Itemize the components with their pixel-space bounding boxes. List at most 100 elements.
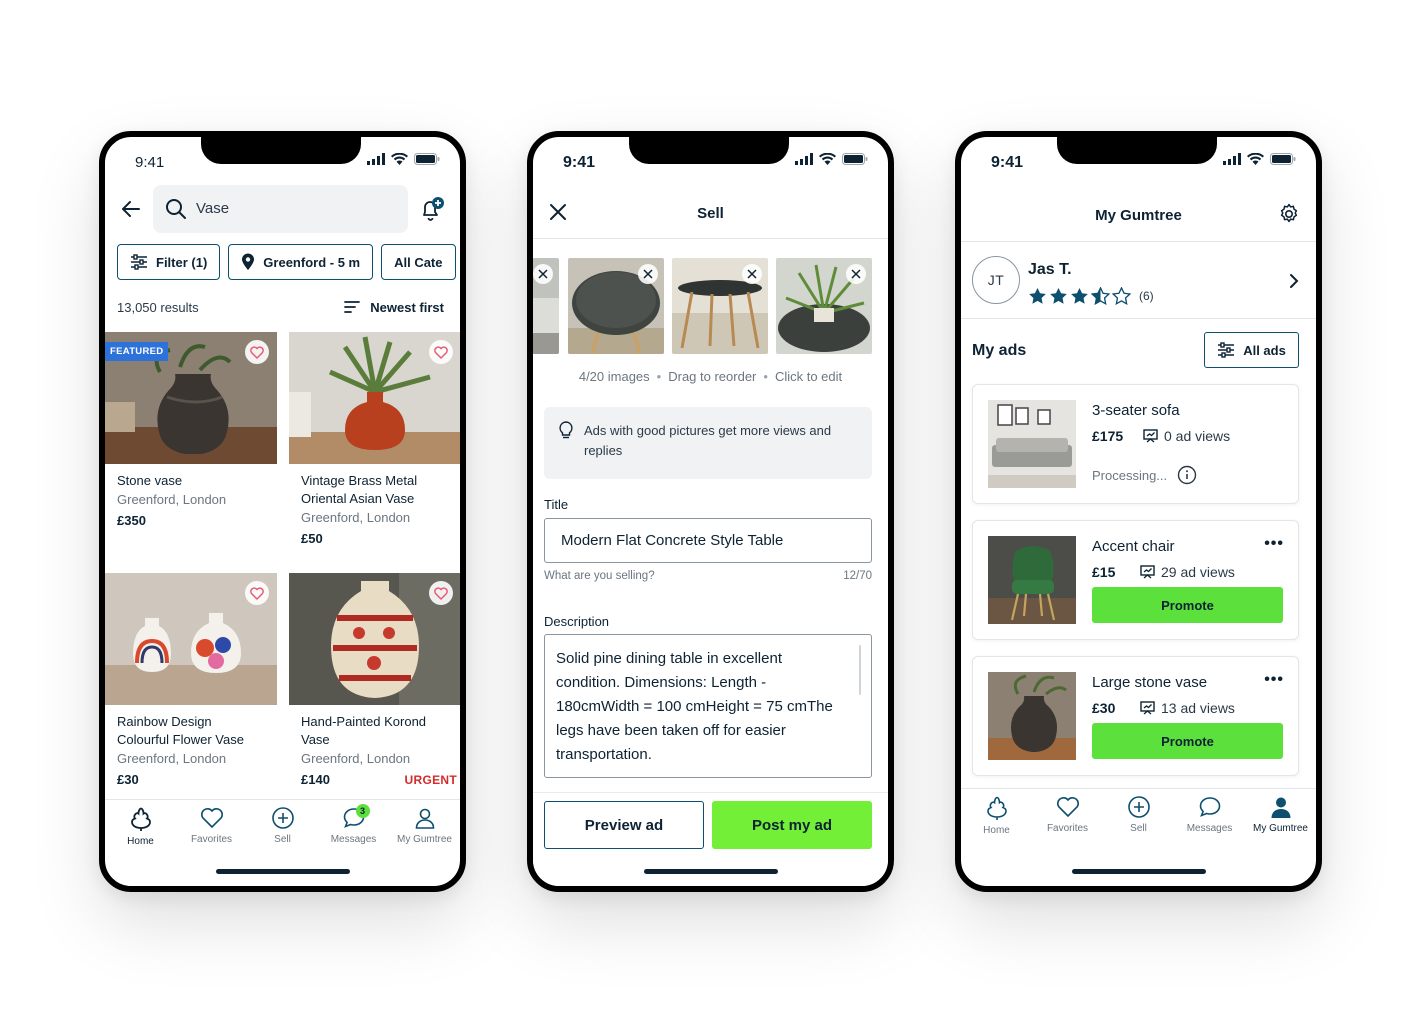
all-ads-label: All ads [1243,342,1286,358]
tab-favorites[interactable]: Favorites [1032,789,1103,846]
home-tree-icon [986,796,1007,820]
promote-button[interactable]: Promote [1092,587,1283,623]
processing-status: Processing... [1092,467,1168,483]
ad-title: Large stone vase [1092,674,1208,691]
profile-row[interactable]: JT Jas T. (6) [961,243,1316,319]
phone-sell: 9:41 Sell 4/20 images • Drag to reorder • C [527,131,894,892]
promote-button[interactable]: Promote [1092,723,1283,759]
views-chart-icon [1140,565,1155,579]
listing-price: £50 [301,531,323,546]
signal-icon [1223,153,1241,165]
status-time: 9:41 [991,154,1024,171]
category-chip[interactable]: All Cate [381,244,456,280]
home-indicator [215,869,350,874]
tab-home[interactable]: Home [961,789,1032,846]
remove-image-icon[interactable] [533,264,553,284]
ad-image [988,672,1076,760]
ad-card[interactable]: 3-seater sofa £175 0 ad views Processing… [972,384,1299,504]
favorite-heart-icon[interactable] [245,581,269,605]
chip-label: Greenford - 5 m [263,254,361,270]
info-icon[interactable] [1177,465,1197,485]
tab-favorites[interactable]: Favorites [176,800,247,857]
edit-hint: Click to edit [774,369,843,384]
heart-icon [1056,797,1079,818]
save-search-bell-icon[interactable] [418,195,446,223]
rating-count: (6) [1139,289,1154,303]
page-title: My Gumtree [1095,207,1182,224]
notch [1057,137,1217,164]
sort-button[interactable]: Newest first [344,300,444,315]
search-input[interactable]: Vase [153,185,408,233]
filter-chip[interactable]: Filter (1) [117,244,221,280]
signal-icon [367,153,385,165]
battery-icon [414,153,440,165]
sort-label: Newest first [370,299,444,315]
post-ad-button[interactable]: Post my ad [712,801,872,849]
more-options-icon[interactable]: ••• [1264,535,1284,553]
favorite-heart-icon[interactable] [429,340,453,364]
wifi-icon [391,153,408,165]
urgent-tag: URGENT [404,773,457,787]
favorite-heart-icon[interactable] [245,340,269,364]
chip-label: All Cate [394,254,443,270]
remove-image-icon[interactable] [846,264,866,284]
search-row: Vase [105,185,460,233]
star-rating: (6) [1028,287,1154,305]
tab-messages[interactable]: 3 Messages [318,800,389,857]
tab-label: Home [127,836,154,847]
title-input[interactable]: Modern Flat Concrete Style Table [544,518,872,563]
textarea-scrollbar[interactable] [859,645,861,695]
listing-title: Rainbow Design Colourful Flower Vase [117,714,244,747]
star-full-icon [1071,287,1088,304]
star-half-icon [1091,287,1110,305]
avatar: JT [972,256,1020,304]
person-icon [415,808,434,829]
views-chart-icon [1140,701,1155,715]
star-full-icon [1029,287,1046,304]
listing-price: £30 [117,772,139,787]
more-options-icon[interactable]: ••• [1264,671,1284,689]
image-thumbnail[interactable] [776,258,872,354]
remove-image-icon[interactable] [638,264,658,284]
status-time: 9:41 [135,154,165,171]
preview-ad-button[interactable]: Preview ad [544,801,704,849]
tab-sell[interactable]: Sell [1103,789,1174,846]
home-indicator [643,869,778,874]
tab-my-gumtree[interactable]: My Gumtree [389,800,460,857]
tip-text: Ads with good pictures get more views an… [584,423,832,458]
description-textarea[interactable]: Solid pine dining table in excellent con… [544,634,872,778]
tab-my-gumtree[interactable]: My Gumtree [1245,789,1316,846]
person-filled-icon [1271,797,1290,818]
favorite-heart-icon[interactable] [429,581,453,605]
all-ads-button[interactable]: All ads [1204,332,1299,368]
gear-icon[interactable] [1278,203,1300,225]
image-thumbnail[interactable] [568,258,664,354]
image-thumbnail[interactable] [533,258,559,354]
image-thumbnail[interactable] [672,258,768,354]
battery-icon [842,153,868,165]
chevron-right-icon [1290,274,1299,288]
wifi-icon [819,153,836,165]
views-chart-icon [1143,429,1158,443]
filter-chips: Filter (1) Greenford - 5 m All Cate [117,244,460,280]
tab-label: My Gumtree [396,834,452,845]
tab-label: Favorites [190,834,233,845]
listing-location: Greenford, London [301,751,411,766]
wifi-icon [1247,153,1264,165]
ad-views: 29 ad views [1140,564,1235,580]
tab-label: Messages [330,834,377,845]
unread-badge: 3 [355,804,370,818]
battery-icon [1270,153,1296,165]
status-time: 9:41 [563,154,596,171]
ad-card[interactable]: Large stone vase ••• £30 13 ad views Pro… [972,656,1299,776]
ad-card[interactable]: Accent chair ••• £15 29 ad views Promote [972,520,1299,640]
tab-messages[interactable]: Messages [1174,789,1245,846]
listing-title: Vintage Brass Metal Oriental Asian Vase [301,473,418,506]
listing-title: Stone vase [117,473,183,488]
tab-sell[interactable]: Sell [247,800,318,857]
back-arrow-icon[interactable] [119,197,143,221]
remove-image-icon[interactable] [742,264,762,284]
location-chip[interactable]: Greenford - 5 m [228,244,374,280]
tab-home[interactable]: Home [105,800,176,857]
sliders-icon [131,254,147,270]
